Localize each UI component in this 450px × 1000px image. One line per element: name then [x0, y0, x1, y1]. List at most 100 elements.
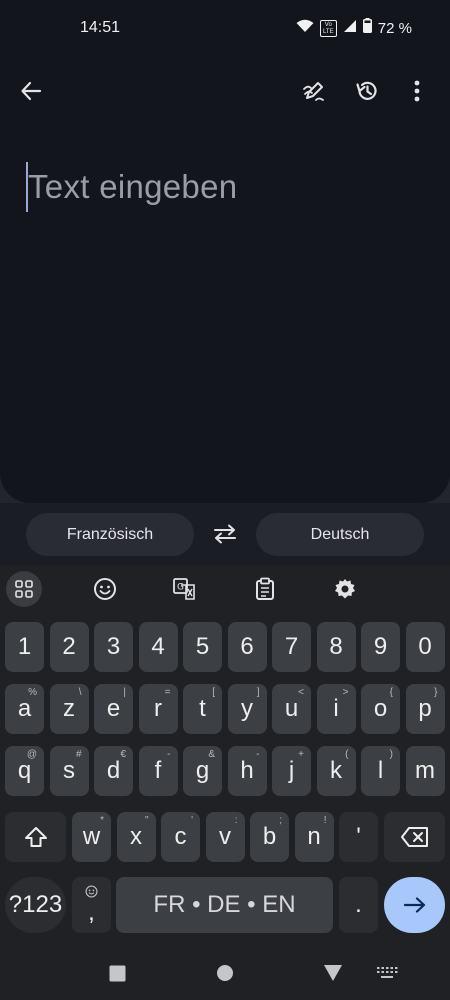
key-label: i — [333, 695, 339, 722]
key-label: p — [418, 695, 432, 722]
key-r[interactable]: r = — [138, 684, 178, 734]
key-h[interactable]: h- — [227, 746, 267, 796]
language-bar: Französisch Deutsch — [0, 503, 450, 565]
period-key[interactable]: . — [339, 877, 378, 933]
key-5[interactable]: 5 — [183, 622, 222, 672]
key-w[interactable]: w * — [72, 812, 111, 862]
key-label: e — [106, 695, 121, 722]
signal-icon — [343, 19, 357, 38]
key-hint: € — [120, 749, 126, 760]
back-button[interactable] — [13, 73, 49, 109]
status-bar: 14:51 Vo LTE 72 % — [0, 0, 450, 56]
source-language-button[interactable]: Französisch — [26, 513, 194, 556]
shift-icon — [24, 827, 47, 847]
key-label: z — [63, 695, 75, 722]
key-v[interactable]: v: — [205, 812, 245, 862]
key-label: 0 — [418, 633, 432, 660]
key-u[interactable]: u < — [272, 684, 311, 734]
key-label: ?123 — [8, 891, 63, 918]
battery-percent: 72 % — [377, 19, 412, 37]
enter-key[interactable] — [384, 877, 445, 933]
keyboard-settings-button[interactable] — [327, 571, 363, 607]
key-hint: \ — [78, 687, 82, 698]
keyboard: G 1 2 3 4 5 6 7 8 9 0 a% z \ e | r = t[y] u < i > o{p} q @ s # d € f -… — [0, 565, 450, 945]
keyboard-switch-button[interactable] — [375, 961, 399, 985]
home-button[interactable] — [213, 961, 237, 985]
key-y[interactable]: y] — [227, 684, 267, 734]
key-9[interactable]: 9 — [361, 622, 400, 672]
swap-languages-button[interactable] — [208, 517, 242, 551]
comma-key[interactable]: , — [72, 877, 111, 933]
key-i[interactable]: i > — [316, 684, 356, 734]
emoji-button[interactable] — [87, 571, 123, 607]
key-c[interactable]: c ' — [161, 812, 200, 862]
key-0[interactable]: 0 — [405, 622, 445, 672]
key-label: b — [262, 823, 277, 850]
key-e[interactable]: e | — [94, 684, 133, 734]
key-n[interactable]: n! — [294, 812, 334, 862]
backspace-key[interactable] — [384, 812, 445, 862]
key-label: 7 — [284, 633, 299, 660]
target-language-button[interactable]: Deutsch — [256, 513, 424, 556]
key-hint: } — [434, 687, 438, 698]
key-hint: ' — [191, 815, 193, 826]
shift-key[interactable] — [5, 812, 66, 862]
key-d[interactable]: d € — [94, 746, 133, 796]
translate-button[interactable]: G — [166, 571, 202, 607]
recents-button[interactable] — [105, 961, 129, 985]
key-4[interactable]: 4 — [138, 622, 178, 672]
key-6[interactable]: 6 — [227, 622, 267, 672]
key-hint: ] — [256, 687, 260, 698]
key-3[interactable]: 3 — [94, 622, 133, 672]
key-label: 4 — [151, 633, 165, 660]
key-label: g — [195, 757, 210, 784]
key-j[interactable]: j + — [272, 746, 311, 796]
key-a[interactable]: a% — [5, 684, 44, 734]
keyboard-apps-button[interactable] — [6, 571, 42, 607]
key-2[interactable]: 2 — [49, 622, 89, 672]
key-hint: - — [167, 749, 171, 760]
key-x[interactable]: x " — [116, 812, 156, 862]
key-o[interactable]: o{ — [361, 684, 400, 734]
settings-icon — [335, 579, 355, 599]
more-button[interactable] — [399, 73, 435, 109]
key-hint: # — [75, 749, 82, 760]
key-f[interactable]: f- — [138, 746, 178, 796]
key-8[interactable]: 8 — [316, 622, 356, 672]
clipboard-button[interactable] — [247, 571, 283, 607]
key-l[interactable]: l) — [361, 746, 400, 796]
apostrophe-key[interactable]: ' — [339, 812, 378, 862]
key-hint: : — [234, 815, 238, 826]
space-key[interactable]: FR • DE • EN — [116, 877, 333, 933]
key-7[interactable]: 7 — [272, 622, 311, 672]
handwriting-button[interactable] — [296, 73, 332, 109]
key-z[interactable]: z \ — [49, 684, 89, 734]
key-b[interactable]: b; — [250, 812, 289, 862]
back-nav-button[interactable] — [321, 961, 345, 985]
key-g[interactable]: g & — [183, 746, 222, 796]
history-icon — [356, 81, 377, 100]
key-p[interactable]: p} — [405, 684, 445, 734]
source-text-input[interactable]: Text eingeben — [26, 162, 426, 222]
key-label: h — [240, 757, 254, 784]
key-label: c — [174, 823, 187, 850]
key-s[interactable]: s # — [49, 746, 89, 796]
key-hint: ( — [345, 749, 349, 760]
square-icon — [109, 965, 125, 981]
symbols-key[interactable]: ?123 — [5, 877, 66, 933]
pen-icon — [303, 82, 324, 101]
key-label: 9 — [373, 633, 388, 660]
keyboard-icon — [377, 967, 398, 978]
swap-icon — [214, 524, 236, 544]
key-q[interactable]: q @ — [5, 746, 44, 796]
history-button[interactable] — [349, 73, 385, 109]
key-t[interactable]: t[ — [183, 684, 222, 734]
key-k[interactable]: k( — [316, 746, 356, 796]
key-m[interactable]: m — [405, 746, 445, 796]
translation-panel: 14:51 Vo LTE 72 % Text eingeben — [0, 0, 450, 503]
key-label: m — [415, 757, 435, 784]
key-1[interactable]: 1 — [5, 622, 44, 672]
key-label: ' — [356, 823, 361, 850]
translate-icon: G — [173, 578, 195, 600]
key-hint: - — [256, 749, 260, 760]
